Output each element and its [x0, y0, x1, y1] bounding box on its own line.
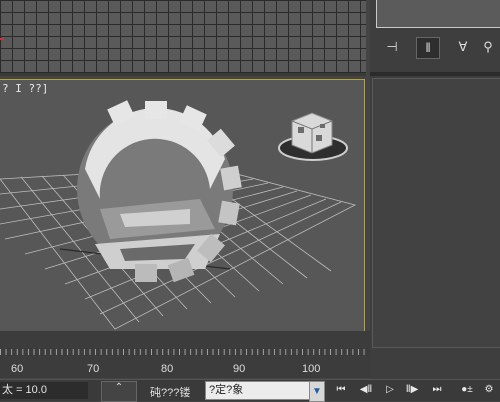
play-icon[interactable]: ▷	[379, 382, 401, 398]
pin-icon[interactable]: ⊣	[381, 37, 403, 57]
go-to-end-icon[interactable]: ⏭	[426, 382, 448, 398]
spinner-field[interactable]: 太 = 10.0	[0, 382, 88, 399]
tick-label: 60	[11, 363, 24, 375]
wrench-icon[interactable]: ⚲	[477, 37, 499, 57]
tick-label: 80	[161, 363, 174, 375]
time-config-icon[interactable]: ⚙	[478, 382, 500, 398]
cube-object	[278, 112, 348, 161]
top-viewport[interactable]	[0, 0, 366, 73]
viewport-scene[interactable]	[0, 79, 364, 330]
command-panel-body	[372, 78, 500, 348]
funnel-icon[interactable]: ∀	[452, 37, 474, 57]
chevron-down-icon[interactable]: ▼	[309, 381, 325, 402]
key-mode-icon[interactable]: ●±	[456, 382, 478, 398]
panel-separator	[370, 72, 500, 76]
key-filters-label: 砘???镂	[150, 387, 191, 399]
gear-sphere-object	[77, 100, 242, 283]
pause-icon[interactable]: ‖	[416, 37, 440, 59]
tick-label: 70	[87, 363, 100, 375]
next-frame-icon[interactable]: Ⅱ▶	[401, 382, 423, 398]
viewport-divider[interactable]	[0, 73, 366, 76]
tick-label: 90	[233, 363, 246, 375]
tick-label: 100	[302, 363, 321, 375]
time-ruler[interactable]	[0, 349, 366, 359]
axis-marker	[0, 38, 4, 40]
command-panel-rollout	[376, 0, 500, 28]
lock-icon[interactable]: ⌃	[101, 381, 137, 402]
selection-set-dropdown[interactable]: ?定?象	[205, 381, 312, 400]
prev-frame-icon[interactable]: ◀Ⅱ	[355, 382, 377, 398]
go-to-start-icon[interactable]: ⏮	[330, 382, 352, 398]
